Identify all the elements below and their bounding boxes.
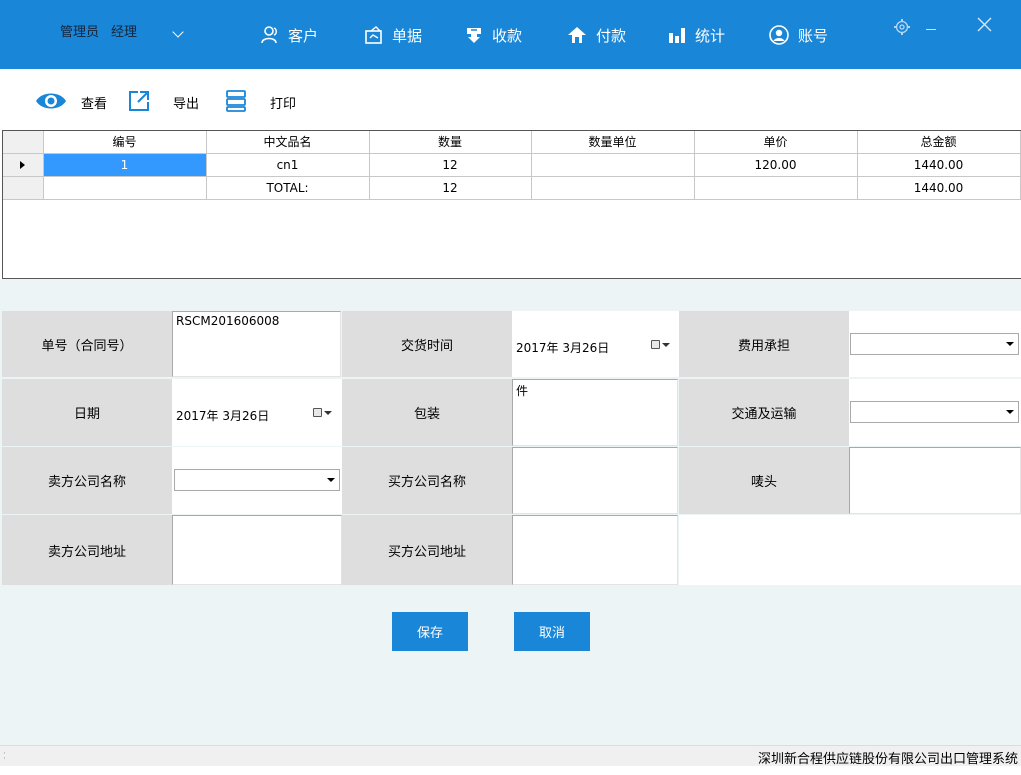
- col-header-qty[interactable]: 数量: [369, 131, 532, 154]
- nav-statistics-label: 统计: [695, 26, 726, 45]
- cell-no[interactable]: [43, 176, 207, 200]
- table-row-total[interactable]: TOTAL: 12 1440.00: [3, 176, 1021, 200]
- customer-icon: [261, 26, 277, 44]
- view-label[interactable]: 查看: [81, 93, 107, 112]
- chevron-down-icon: [1006, 342, 1014, 346]
- buyer-name-label: 买方公司名称: [342, 447, 512, 514]
- export-label[interactable]: 导出: [173, 93, 199, 112]
- packing-field[interactable]: 件: [512, 379, 678, 446]
- cell-total[interactable]: 1440.00: [857, 176, 1021, 200]
- cost-select[interactable]: [850, 333, 1019, 355]
- view-button[interactable]: [35, 88, 67, 114]
- receive-icon: [467, 28, 481, 43]
- account-icon: [769, 25, 789, 45]
- delivery-time-value: 2017年 3月26日: [516, 341, 610, 355]
- payment-icon: [568, 27, 586, 43]
- cell-name[interactable]: cn1: [206, 153, 370, 177]
- user-menu[interactable]: 管理员 经理: [60, 21, 137, 40]
- resize-grip-icon[interactable]: · ·: [3, 750, 11, 764]
- status-text: 深圳新合程供应链股份有限公司出口管理系统: [757, 752, 1018, 767]
- nav-statistics[interactable]: 统计: [667, 23, 725, 47]
- export-button[interactable]: [127, 88, 151, 114]
- nav-account[interactable]: 账号: [768, 23, 828, 47]
- row-selector[interactable]: [3, 176, 44, 200]
- current-row-icon: [20, 160, 26, 169]
- cell-price[interactable]: [694, 176, 858, 200]
- seller-name-select[interactable]: [174, 469, 340, 491]
- cell-total[interactable]: 1440.00: [857, 153, 1021, 177]
- nav-document[interactable]: 单据: [364, 23, 422, 47]
- eye-icon: [36, 93, 66, 109]
- delivery-time-picker[interactable]: 2017年 3月26日: [513, 335, 677, 355]
- buyer-address-field[interactable]: [512, 515, 678, 585]
- chevron-down-icon: [327, 478, 335, 482]
- user-title: 经理: [111, 25, 138, 40]
- nav-receive[interactable]: 收款: [464, 23, 522, 47]
- nav-customer[interactable]: 客户: [260, 23, 318, 47]
- calendar-icon[interactable]: [313, 408, 332, 417]
- transport-label: 交通及运输: [679, 379, 849, 446]
- transport-select[interactable]: [850, 401, 1019, 423]
- date-picker[interactable]: 2017年 3月26日: [173, 403, 339, 423]
- nav-payment[interactable]: 付款: [566, 23, 626, 47]
- cell-unit[interactable]: [531, 176, 695, 200]
- cell-qty[interactable]: 12: [369, 153, 532, 177]
- chart-icon: [669, 28, 685, 43]
- nav-payment-label: 付款: [596, 26, 627, 45]
- col-header-price[interactable]: 单价: [694, 131, 858, 154]
- grid-header-row: 编号 中文品名 数量 数量单位 单价 总金额: [3, 131, 1021, 154]
- row-selector[interactable]: [3, 153, 44, 177]
- calendar-icon[interactable]: [651, 340, 670, 349]
- chevron-down-icon[interactable]: [172, 26, 184, 38]
- items-table: 编号 中文品名 数量 数量单位 单价 总金额 1 cn1 12 120.00 1…: [3, 131, 1021, 200]
- nav-document-label: 单据: [392, 26, 423, 45]
- mark-field[interactable]: [849, 447, 1021, 514]
- minimize-icon[interactable]: [926, 29, 936, 30]
- seller-address-field[interactable]: [172, 515, 342, 585]
- close-icon[interactable]: [976, 16, 993, 33]
- buyer-address-label: 买方公司地址: [342, 515, 512, 585]
- chevron-down-icon: [1006, 410, 1014, 414]
- delivery-time-label: 交货时间: [342, 311, 512, 377]
- export-icon: [129, 91, 149, 111]
- top-bar: 管理员 经理 客户 单据 收款 付款 统计 账号: [0, 0, 1021, 69]
- row-header-corner: [3, 131, 44, 154]
- col-header-unit[interactable]: 数量单位: [531, 131, 695, 154]
- order-no-label: 单号（合同号）: [2, 311, 172, 377]
- cancel-button[interactable]: 取消: [514, 612, 590, 651]
- col-header-total[interactable]: 总金额: [857, 131, 1021, 154]
- col-header-no[interactable]: 编号: [43, 131, 207, 154]
- cost-label: 费用承担: [679, 311, 849, 377]
- save-button[interactable]: 保存: [392, 612, 468, 651]
- seller-address-label: 卖方公司地址: [2, 515, 172, 585]
- print-button[interactable]: [224, 88, 248, 114]
- items-grid[interactable]: 编号 中文品名 数量 数量单位 单价 总金额 1 cn1 12 120.00 1…: [2, 130, 1021, 279]
- blank-cell: [679, 515, 1021, 585]
- document-icon: [365, 26, 382, 44]
- nav-account-label: 账号: [798, 26, 829, 45]
- col-header-name[interactable]: 中文品名: [206, 131, 370, 154]
- buyer-name-field[interactable]: [512, 447, 678, 514]
- packing-label: 包装: [342, 379, 512, 446]
- cell-price[interactable]: 120.00: [694, 153, 858, 177]
- gear-icon[interactable]: [893, 18, 911, 36]
- nav-receive-label: 收款: [492, 26, 523, 45]
- status-bar: · · 深圳新合程供应链股份有限公司出口管理系统: [0, 745, 1021, 767]
- cell-unit[interactable]: [531, 153, 695, 177]
- user-role: 管理员: [60, 25, 100, 40]
- printer-icon: [226, 90, 246, 112]
- cell-name[interactable]: TOTAL:: [206, 176, 370, 200]
- mark-label: 唛头: [679, 447, 849, 514]
- date-value: 2017年 3月26日: [176, 409, 270, 423]
- date-label: 日期: [2, 379, 172, 446]
- nav-customer-label: 客户: [288, 26, 319, 45]
- seller-name-label: 卖方公司名称: [2, 447, 172, 514]
- order-no-field[interactable]: RSCM201606008: [172, 311, 341, 377]
- cell-qty[interactable]: 12: [369, 176, 532, 200]
- cell-no[interactable]: 1: [43, 153, 207, 177]
- table-row[interactable]: 1 cn1 12 120.00 1440.00: [3, 153, 1021, 177]
- print-label[interactable]: 打印: [270, 93, 296, 112]
